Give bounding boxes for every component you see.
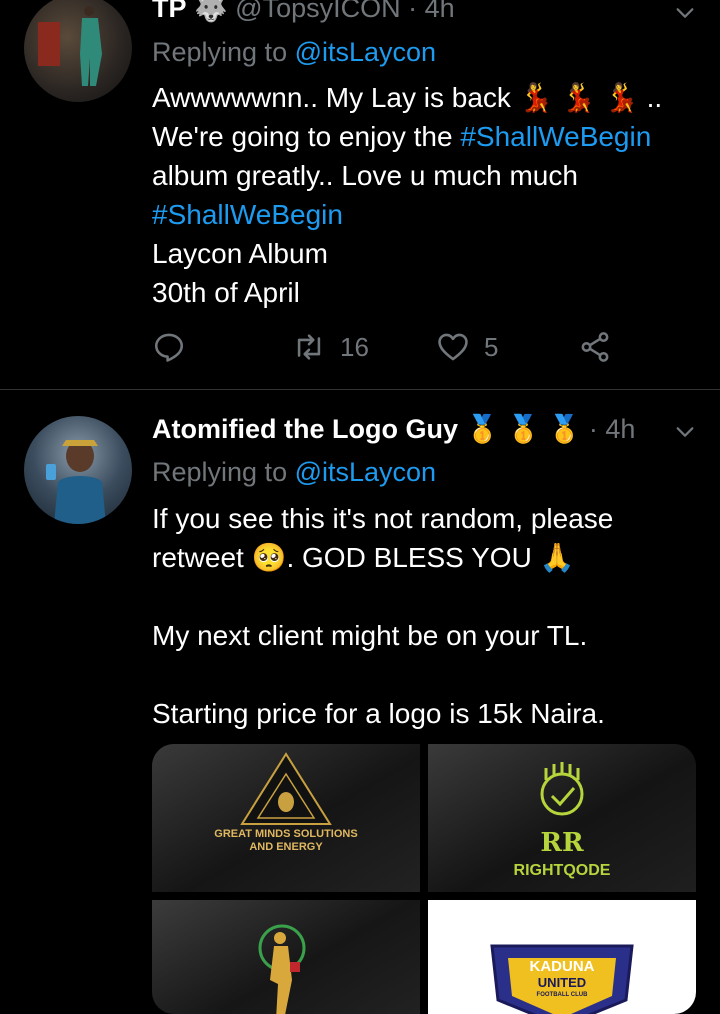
text-line: Laycon Album (152, 238, 328, 269)
hashtag-link[interactable]: #ShallWeBegin (152, 199, 343, 230)
heart-icon (438, 333, 468, 361)
chevron-down-icon[interactable] (674, 421, 696, 443)
hashtag-link[interactable]: #ShallWeBegin (460, 121, 651, 152)
like-count: 5 (484, 331, 499, 362)
text-line: album greatly.. Love u much much (152, 160, 578, 191)
media-grid[interactable]: GREAT MINDS SOLUTIONS AND ENERGY RR RIGH… (152, 744, 696, 1014)
logo-caption: GREAT MINDS SOLUTIONS (214, 828, 358, 840)
media-image[interactable] (152, 900, 420, 1014)
logo-caption: AND ENERGY (249, 841, 323, 853)
logo-monogram: RR (540, 828, 584, 858)
separator-dot: · (408, 0, 418, 23)
tweet-divider (0, 389, 720, 390)
reply-icon (154, 333, 184, 362)
display-name[interactable]: TP (152, 0, 187, 23)
replying-to: Replying to @itsLaycon (152, 37, 436, 68)
text-line: 30th of April (152, 277, 300, 308)
text-line: Awwwwwnn.. My Lay is back 💃 💃 💃 .. (152, 82, 663, 113)
tweet-text: If you see this it's not random, please … (152, 499, 697, 733)
media-image[interactable]: KADUNA UNITED FOOTBALL CLUB (428, 900, 696, 1014)
logo-caption: KADUNA (529, 958, 595, 975)
medal-badges: 🥇 🥇 🥇 (465, 414, 582, 444)
triangle-logo-icon (240, 752, 332, 825)
retweet-icon (297, 334, 321, 360)
media-image[interactable]: RR RIGHTQODE (428, 744, 696, 892)
chevron-down-icon[interactable] (674, 2, 696, 24)
replying-to: Replying to @itsLaycon (152, 457, 436, 488)
tweet-actions: 16 5 (152, 330, 622, 370)
replying-prefix: Replying to (152, 37, 295, 67)
text-line: We're going to enjoy the (152, 121, 461, 152)
replying-prefix: Replying to (152, 457, 295, 487)
tweet-text: Awwwwwnn.. My Lay is back 💃 💃 💃 .. We're… (152, 78, 697, 312)
mention-link[interactable]: @itsLaycon (295, 37, 436, 67)
logo-caption: FOOTBALL CLUB (536, 992, 588, 998)
tweet-header: TP 🐺 @TopsyICON · 4h (152, 0, 455, 24)
user-handle[interactable]: @TopsyICON (235, 0, 400, 23)
reply-button[interactable] (152, 330, 186, 364)
avatar[interactable] (24, 0, 132, 102)
text-line: Starting price for a logo is 15k Naira. (152, 698, 605, 729)
logo-caption: UNITED (537, 975, 587, 990)
like-button[interactable]: 5 (436, 330, 498, 364)
lady-logo-icon (258, 924, 306, 1014)
tweet-header: Atomified the Logo Guy 🥇 🥇 🥇 · 4h (152, 413, 635, 445)
wolf-emoji-icon: 🐺 (194, 0, 228, 23)
timestamp[interactable]: 4h (425, 0, 455, 23)
share-icon (581, 332, 609, 362)
text-line: If you see this it's not random, please (152, 503, 614, 534)
tweet[interactable]: TP 🐺 @TopsyICON · 4h Replying to @itsLay… (0, 0, 720, 390)
tweet[interactable]: Atomified the Logo Guy 🥇 🥇 🥇 · 4h Replyi… (0, 391, 720, 1014)
display-name[interactable]: Atomified the Logo Guy (152, 414, 458, 444)
media-image[interactable]: GREAT MINDS SOLUTIONS AND ENERGY (152, 744, 420, 892)
separator-dot: · (588, 414, 598, 444)
timestamp[interactable]: 4h (605, 414, 635, 444)
avatar-photo (38, 6, 102, 86)
retweet-button[interactable]: 16 (292, 330, 369, 364)
avatar[interactable] (24, 416, 132, 524)
avatar-photo (46, 440, 106, 524)
text-line: retweet 🥺. GOD BLESS YOU 🙏 (152, 542, 575, 573)
mention-link[interactable]: @itsLaycon (295, 457, 436, 487)
share-button[interactable] (578, 330, 612, 364)
text-line: My next client might be on your TL. (152, 620, 588, 651)
logo-caption: RIGHTQODE (513, 862, 611, 879)
retweet-count: 16 (340, 331, 369, 362)
